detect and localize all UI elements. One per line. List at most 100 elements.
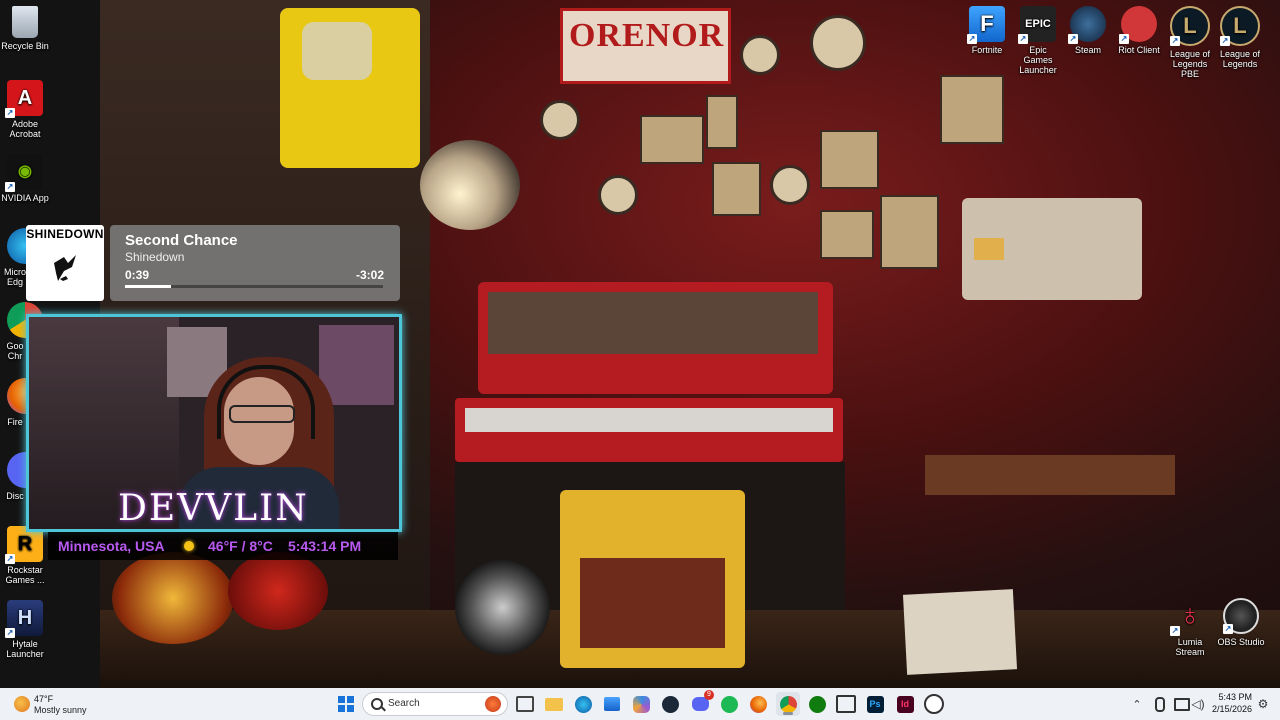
fortnite-glyph: F [980, 11, 994, 36]
track-title: Second Chance [125, 232, 238, 249]
taskbar-discord[interactable]: 9 [688, 690, 714, 716]
progress-bar[interactable] [125, 285, 383, 288]
shortcut-arrow-icon: ↗ [5, 554, 15, 564]
shortcut-arrow-icon: ↗ [5, 628, 15, 638]
taskbar-clock-date[interactable]: 2/15/2026 [1206, 704, 1252, 714]
remaining-time: -3:02 [355, 268, 384, 282]
league-pbe-icon: L ↗ [1170, 6, 1210, 46]
wallpaper-gauge [598, 175, 638, 215]
league-icon: L ↗ [1220, 6, 1260, 46]
taskbar-obs[interactable] [922, 692, 946, 716]
desktop-icon-recycle-bin[interactable]: Recycle Bin [0, 6, 62, 51]
taskbar-weather-widget[interactable]: 47°F Mostly sunny [8, 692, 118, 716]
wallpaper-guitar [112, 552, 234, 644]
now-playing-card[interactable]: Second Chance Shinedown 0:39 -3:02 [110, 225, 400, 301]
stream-info-bar: Minnesota, USA 46°F / 8°C 5:43:14 PM [48, 532, 398, 560]
nvidia-icon: ◉ ↗ [5, 154, 43, 192]
desktop-icon-league[interactable]: L ↗ League of Legends [1206, 6, 1274, 69]
headset-icon [217, 365, 315, 439]
desktop-icon-label: Adobe Acrobat [9, 119, 41, 139]
epic-games-icon: EPIC ↗ [1018, 6, 1056, 44]
taskbar-search-box[interactable]: Search [362, 692, 508, 716]
shortcut-arrow-icon: ↗ [1220, 36, 1230, 46]
notification-center-button[interactable]: ⚙ [1253, 692, 1273, 716]
fortnite-icon: F ↗ [967, 6, 1005, 44]
shortcut-arrow-icon: ↗ [1170, 36, 1180, 46]
taskbar-copilot[interactable] [629, 692, 653, 716]
weather-temp: 47°F [34, 694, 54, 704]
riot-client-icon: ↗ [1119, 6, 1157, 44]
taskbar-chrome[interactable] [776, 692, 800, 716]
wallpaper-plate [712, 162, 761, 216]
monitor-icon [836, 695, 856, 713]
microphone-icon [1155, 696, 1165, 712]
wallpaper-yellow-tv [280, 8, 420, 168]
weather-condition: Mostly sunny [34, 705, 87, 715]
task-view-button[interactable] [513, 692, 537, 716]
taskbar-xbox[interactable] [805, 692, 829, 716]
wallpaper-gauge [540, 100, 580, 140]
wallpaper-speaker [455, 560, 550, 655]
taskbar-firefox[interactable] [746, 692, 770, 716]
taskbar-photoshop[interactable]: Ps [863, 692, 887, 716]
desktop-icon-adobe-acrobat[interactable]: A ↗ Adobe Acrobat [0, 80, 62, 139]
adobe-acrobat-icon: A ↗ [5, 80, 43, 118]
search-icon [371, 698, 383, 710]
league-glyph: L [1233, 13, 1247, 38]
firefox-icon [749, 695, 767, 713]
chevron-up-icon: ⌃ [1132, 698, 1142, 711]
taskbar-spotify[interactable] [717, 692, 741, 716]
edge-icon [574, 695, 592, 713]
desktop-icon-label: Rockstar Games ... [5, 565, 45, 585]
recycle-bin-icon [12, 6, 38, 38]
lumia-stream-icon: ♁ ↗ [1170, 599, 1202, 636]
epic-glyph: EPIC [1025, 18, 1051, 30]
wallpaper-red-amp-lower [455, 398, 843, 462]
taskbar-edge[interactable] [571, 692, 595, 716]
desktop-icon-hytale[interactable]: H ↗ Hytale Launcher [0, 600, 62, 659]
search-highlight-icon [485, 696, 501, 712]
show-hidden-icons-button[interactable]: ⌃ [1127, 692, 1147, 716]
start-button[interactable] [334, 692, 358, 716]
temperature-text: 46°F / 8°C [208, 538, 273, 554]
wallpaper-plate [820, 130, 879, 189]
microphone-tray-button[interactable] [1150, 692, 1170, 716]
album-art: SHINEDOWN [26, 225, 104, 301]
obs-studio-icon [924, 694, 944, 714]
wallpaper-table [925, 455, 1175, 495]
wallpaper-radio [962, 198, 1142, 300]
webcam-poster [319, 325, 394, 405]
shortcut-arrow-icon: ↗ [5, 182, 15, 192]
progress-bar-fill [125, 285, 172, 288]
taskbar-store[interactable] [600, 692, 624, 716]
photoshop-icon: Ps [866, 695, 884, 713]
taskbar: 47°F Mostly sunny Search 9 Ps Id ⌃ ◁) 5:… [0, 688, 1280, 720]
taskbar-clock-time[interactable]: 5:43 PM [1206, 692, 1252, 702]
wallpaper-gauge [740, 35, 780, 75]
taskbar-file-explorer[interactable] [542, 692, 566, 716]
chrome-icon [779, 695, 797, 713]
track-artist: Shinedown [125, 250, 185, 264]
folder-icon [545, 697, 563, 711]
weather-icon [14, 696, 30, 712]
wallpaper-red-amp [478, 282, 833, 394]
wallpaper-box [902, 589, 1018, 675]
shortcut-arrow-icon: ↗ [1223, 624, 1233, 634]
xbox-icon [808, 695, 826, 713]
league-pbe-glyph: L [1183, 13, 1197, 38]
spotify-icon [720, 695, 738, 713]
desktop-icon-nvidia-app[interactable]: ◉ ↗ NVIDIA App [0, 154, 62, 203]
desktop-icon-label: Hytale Launcher [6, 639, 44, 659]
wallpaper-sign: ORENOR [560, 8, 731, 84]
taskbar-app[interactable] [834, 692, 858, 716]
wallpaper-lamp [420, 140, 520, 230]
streamer-name: DEVVLIN [118, 488, 309, 529]
wallpaper-plate [940, 75, 1004, 144]
taskbar-steam[interactable] [658, 692, 682, 716]
desktop-icon-obs-studio[interactable]: ↗ OBS Studio [1206, 598, 1276, 647]
shortcut-arrow-icon: ↗ [1018, 34, 1028, 44]
taskbar-indesign[interactable]: Id [893, 692, 917, 716]
wallpaper-yellow-amp [560, 490, 745, 668]
volume-tray-button[interactable]: ◁) [1188, 692, 1208, 716]
shortcut-arrow-icon: ↗ [967, 34, 977, 44]
